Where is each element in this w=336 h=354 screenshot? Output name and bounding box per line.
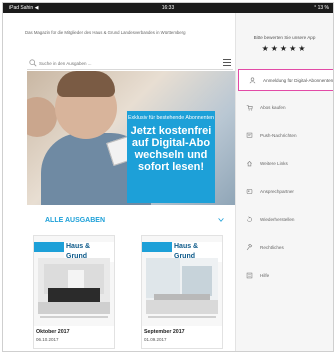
issue-card[interactable]: Haus & Grund September 2017 01.09.2017 xyxy=(141,235,223,349)
menu-item-push[interactable]: Push-Nachrichten xyxy=(236,125,333,147)
issue-month: September 2017 xyxy=(144,329,185,335)
app-header-text: Das Magazin für die Mitglieder des Haus … xyxy=(25,30,186,35)
side-menu: Bitte bewerten Sie unsere App ★★★★★ Anme… xyxy=(235,13,333,351)
menu-icon[interactable] xyxy=(223,59,231,66)
promo-banner[interactable]: Exklusiv für bestehende Abonnenten Jetzt… xyxy=(27,71,239,205)
issue-date: 06.10.2017 xyxy=(36,337,59,342)
bell-icon xyxy=(246,132,253,138)
menu-item-label: Abos kaufen xyxy=(260,105,286,110)
user-icon xyxy=(249,77,256,84)
menu-item-login[interactable]: Anmeldung für Digital-Abonnenten xyxy=(238,69,334,91)
promo-headline: Jetzt kostenfrei auf Digital-Abo wechsel… xyxy=(130,125,212,173)
menu-item-label: Anmeldung für Digital-Abonnenten xyxy=(263,78,334,83)
issue-cover: Haus & Grund xyxy=(142,236,222,326)
cart-icon xyxy=(246,105,253,111)
status-bar: iPad Sahin ◀ 16:33 ° 13 % xyxy=(3,3,333,13)
menu-item-contact[interactable]: Ansprechpartner xyxy=(236,181,333,203)
search-input[interactable] xyxy=(39,58,209,68)
menu-item-label: Weitere Links xyxy=(260,161,288,166)
cover-caption xyxy=(40,316,108,318)
menu-item-label: Wiederherstellen xyxy=(260,217,295,222)
status-time: 16:33 xyxy=(161,5,175,11)
promo-box[interactable]: Exklusiv für bestehende Abonnenten Jetzt… xyxy=(127,111,215,203)
menu-item-label: Ansprechpartner xyxy=(260,189,294,194)
issue-card[interactable]: Haus & Grund Oktober 2017 06.10.2017 xyxy=(33,235,115,349)
menu-item-help[interactable]: Hilfe xyxy=(236,265,333,287)
issue-month: Oktober 2017 xyxy=(36,329,70,335)
rate-app-text: Bitte bewerten Sie unsere App xyxy=(253,35,316,40)
search-bar[interactable] xyxy=(27,57,233,70)
promo-subtitle: Exklusiv für bestehende Abonnenten xyxy=(128,115,214,121)
tablet-screen: iPad Sahin ◀ 16:33 ° 13 % Das Magazin fü… xyxy=(2,2,334,352)
chevron-down-icon[interactable] xyxy=(217,216,225,224)
issue-date: 01.09.2017 xyxy=(144,337,167,342)
cover-photo xyxy=(146,258,218,314)
menu-item-links[interactable]: Weitere Links xyxy=(236,153,333,175)
help-icon xyxy=(246,272,253,279)
cover-caption xyxy=(148,316,216,318)
hero-photo-person xyxy=(27,97,57,137)
menu-item-legal[interactable]: Rechtliches xyxy=(236,237,333,259)
search-icon xyxy=(29,59,37,67)
link-icon xyxy=(247,161,252,167)
cover-photo xyxy=(38,258,110,314)
menu-item-buy[interactable]: Abos kaufen xyxy=(236,97,333,119)
rating-stars[interactable]: ★★★★★ xyxy=(236,44,333,53)
menu-item-label: Hilfe xyxy=(260,273,270,278)
gavel-icon xyxy=(246,244,253,251)
menu-item-label: Push-Nachrichten xyxy=(260,133,297,138)
menu-item-restore[interactable]: Wiederherstellen xyxy=(236,209,333,231)
status-battery: ° 13 % xyxy=(314,5,329,11)
restore-icon xyxy=(247,216,252,222)
menu-item-label: Rechtliches xyxy=(260,245,284,250)
magazine-app: Das Magazin für die Mitglieder des Haus … xyxy=(3,13,239,351)
hero-photo-hair xyxy=(57,71,115,97)
contact-icon xyxy=(246,189,253,194)
all-issues-title: ALLE AUSGABEN xyxy=(45,217,106,224)
issue-cover: Haus & Grund xyxy=(34,236,114,326)
